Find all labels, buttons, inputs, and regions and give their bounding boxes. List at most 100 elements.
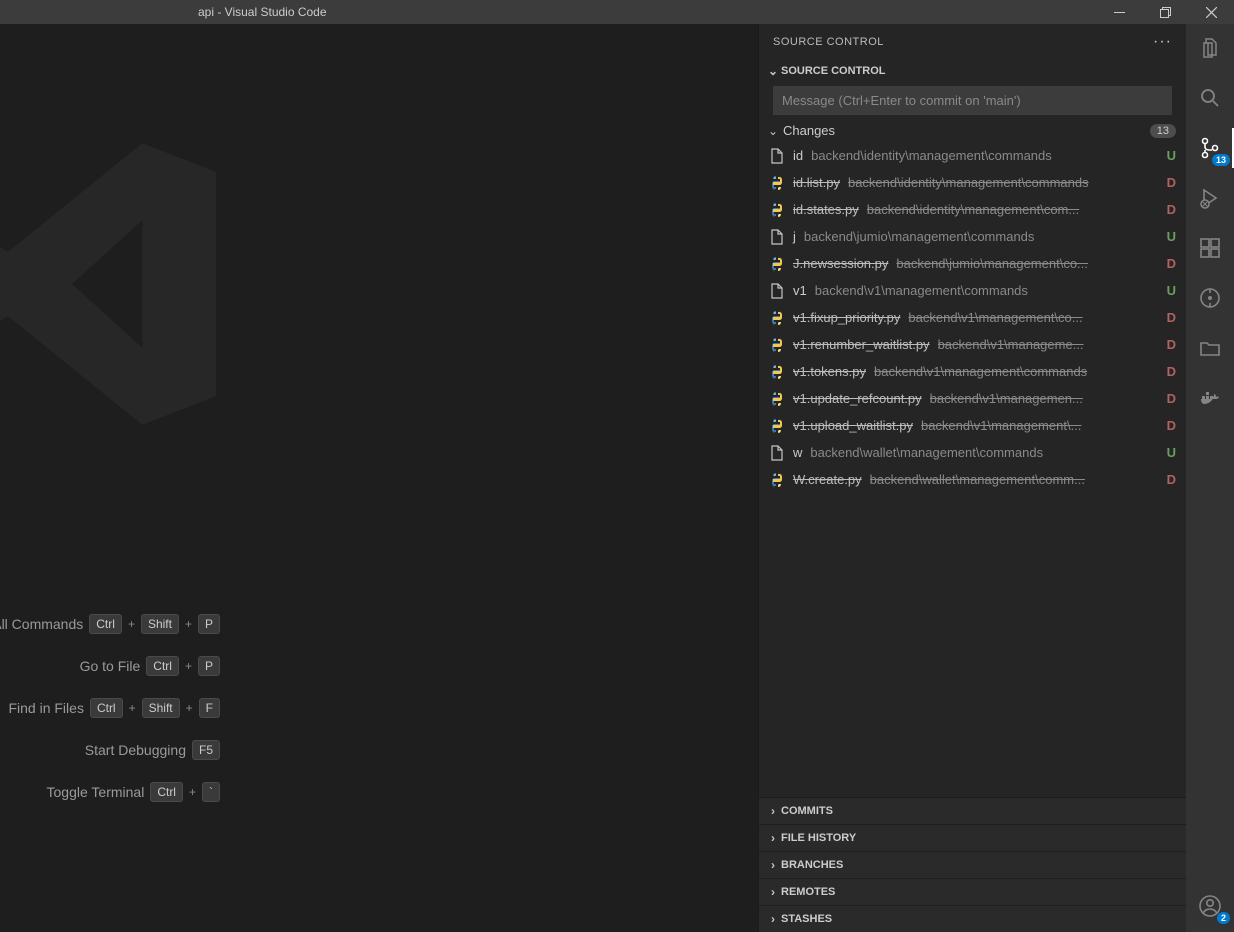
- changed-file-row[interactable]: idbackend\identity\management\commandsU: [759, 142, 1186, 169]
- scm-extra-sections: ›COMMITS›FILE HISTORY›BRANCHES›REMOTES›S…: [759, 797, 1186, 932]
- file-status: D: [1162, 472, 1176, 487]
- source-control-tab[interactable]: 13: [1196, 134, 1224, 162]
- chevron-right-icon: ›: [765, 885, 781, 899]
- keycap: Ctrl: [150, 782, 183, 802]
- chevron-right-icon: ›: [765, 858, 781, 872]
- scm-section-commits[interactable]: ›COMMITS: [759, 797, 1186, 824]
- search-tab[interactable]: [1196, 84, 1224, 112]
- welcome-shortcut-row: Show All CommandsCtrl+Shift+P: [0, 614, 220, 634]
- changed-file-row[interactable]: id.list.pybackend\identity\management\co…: [759, 169, 1186, 196]
- keycap: Ctrl: [146, 656, 179, 676]
- accounts-tab[interactable]: 2: [1196, 892, 1224, 920]
- file-path: backend\v1\management\commands: [874, 364, 1154, 379]
- python-file-icon: [769, 418, 785, 434]
- changed-file-row[interactable]: v1.upload_waitlist.pybackend\v1\manageme…: [759, 412, 1186, 439]
- close-button[interactable]: [1188, 0, 1234, 24]
- file-path: backend\wallet\management\commands: [810, 445, 1154, 460]
- file-status: D: [1162, 391, 1176, 406]
- file-path: backend\jumio\management\commands: [804, 229, 1154, 244]
- changed-file-row[interactable]: v1.update_refcount.pybackend\v1\manageme…: [759, 385, 1186, 412]
- changed-file-row[interactable]: W.create.pybackend\wallet\management\com…: [759, 466, 1186, 493]
- extensions-tab[interactable]: [1196, 234, 1224, 262]
- welcome-shortcut-label: Go to File: [80, 658, 141, 674]
- changed-file-row[interactable]: v1.fixup_priority.py backend\v1\managemen…: [759, 304, 1186, 331]
- search-icon: [1198, 86, 1222, 110]
- file-name: j: [793, 229, 796, 244]
- python-file-icon: [769, 310, 785, 326]
- folder-icon: [1198, 336, 1222, 360]
- file-status: D: [1162, 418, 1176, 433]
- keycap: Shift: [142, 698, 180, 718]
- project-manager-tab[interactable]: [1196, 334, 1224, 362]
- run-debug-tab[interactable]: [1196, 184, 1224, 212]
- commit-message-container: [773, 86, 1172, 115]
- scm-section-branches[interactable]: ›BRANCHES: [759, 851, 1186, 878]
- changed-file-row[interactable]: J.newsession.pybackend\jumio\management\…: [759, 250, 1186, 277]
- debug-icon: [1198, 186, 1222, 210]
- file-path: backend\v1\management\co...: [908, 310, 1154, 325]
- section-label: BRANCHES: [781, 859, 843, 871]
- changed-file-row[interactable]: jbackend\jumio\management\commandsU: [759, 223, 1186, 250]
- welcome-shortcut-label: Show All Commands: [0, 616, 83, 632]
- chevron-down-icon: ⌄: [765, 64, 781, 78]
- file-status: D: [1162, 337, 1176, 352]
- file-status: D: [1162, 310, 1176, 325]
- docker-tab[interactable]: [1196, 384, 1224, 412]
- file-name: v1.fixup_priority.py: [793, 310, 900, 325]
- file-icon: [769, 229, 785, 245]
- scm-section-remotes[interactable]: ›REMOTES: [759, 878, 1186, 905]
- files-icon: [1198, 36, 1222, 60]
- changed-file-row[interactable]: v1.renumber_waitlist.pybackend\v1\manage…: [759, 331, 1186, 358]
- file-status: D: [1162, 175, 1176, 190]
- file-status: U: [1162, 148, 1176, 163]
- chevron-right-icon: ›: [765, 831, 781, 845]
- keycap: `: [202, 782, 220, 802]
- changes-header[interactable]: ⌄ Changes 13: [759, 121, 1186, 142]
- changed-file-row[interactable]: id.states.pybackend\identity\management\…: [759, 196, 1186, 223]
- file-name: v1: [793, 283, 807, 298]
- explorer-tab[interactable]: [1196, 34, 1224, 62]
- python-file-icon: [769, 175, 785, 191]
- file-name: id: [793, 148, 803, 163]
- docker-icon: [1198, 386, 1222, 410]
- welcome-shortcuts: Show All CommandsCtrl+Shift+P Go to File C…: [0, 614, 220, 824]
- keycap: F5: [192, 740, 220, 760]
- file-status: U: [1162, 283, 1176, 298]
- source-control-section-title: SOURCE CONTROL: [781, 65, 886, 77]
- section-label: COMMITS: [781, 805, 833, 817]
- keycap: P: [198, 656, 220, 676]
- changes-list: idbackend\identity\management\commandsUi…: [759, 142, 1186, 797]
- chevron-right-icon: ›: [765, 804, 781, 818]
- file-path: backend\v1\managemen...: [930, 391, 1154, 406]
- section-label: REMOTES: [781, 886, 835, 898]
- extensions-icon: [1198, 236, 1222, 260]
- file-status: D: [1162, 202, 1176, 217]
- file-status: D: [1162, 256, 1176, 271]
- python-file-icon: [769, 337, 785, 353]
- changed-file-row[interactable]: wbackend\wallet\management\commandsU: [759, 439, 1186, 466]
- maximize-button[interactable]: [1142, 0, 1188, 24]
- scm-section-file-history[interactable]: ›FILE HISTORY: [759, 824, 1186, 851]
- window-title: api - Visual Studio Code: [0, 5, 1234, 19]
- welcome-shortcut-row: Find in FilesCtrl+Shift+F: [0, 698, 220, 718]
- python-file-icon: [769, 472, 785, 488]
- scm-section-stashes[interactable]: ›STASHES: [759, 905, 1186, 932]
- activity-bar: 13 2: [1186, 24, 1234, 932]
- welcome-shortcut-label: Find in Files: [8, 700, 83, 716]
- source-control-section-header[interactable]: ⌄ SOURCE CONTROL: [759, 60, 1186, 82]
- changed-file-row[interactable]: v1backend\v1\management\commandsU: [759, 277, 1186, 304]
- welcome-shortcut-label: Toggle Terminal: [47, 784, 145, 800]
- gitlens-tab[interactable]: [1196, 284, 1224, 312]
- minimize-button[interactable]: [1096, 0, 1142, 24]
- python-file-icon: [769, 202, 785, 218]
- title-bar: api - Visual Studio Code: [0, 0, 1234, 24]
- changed-file-row[interactable]: v1.tokens.pybackend\v1\management\comman…: [759, 358, 1186, 385]
- commit-message-input[interactable]: [773, 86, 1172, 115]
- vscode-logo-icon: [0, 124, 232, 444]
- changes-count-badge: 13: [1150, 124, 1176, 138]
- file-status: U: [1162, 445, 1176, 460]
- scm-badge: 13: [1212, 154, 1230, 166]
- keycap: Shift: [141, 614, 179, 634]
- more-actions-icon[interactable]: ···: [1153, 33, 1172, 51]
- file-icon: [769, 445, 785, 461]
